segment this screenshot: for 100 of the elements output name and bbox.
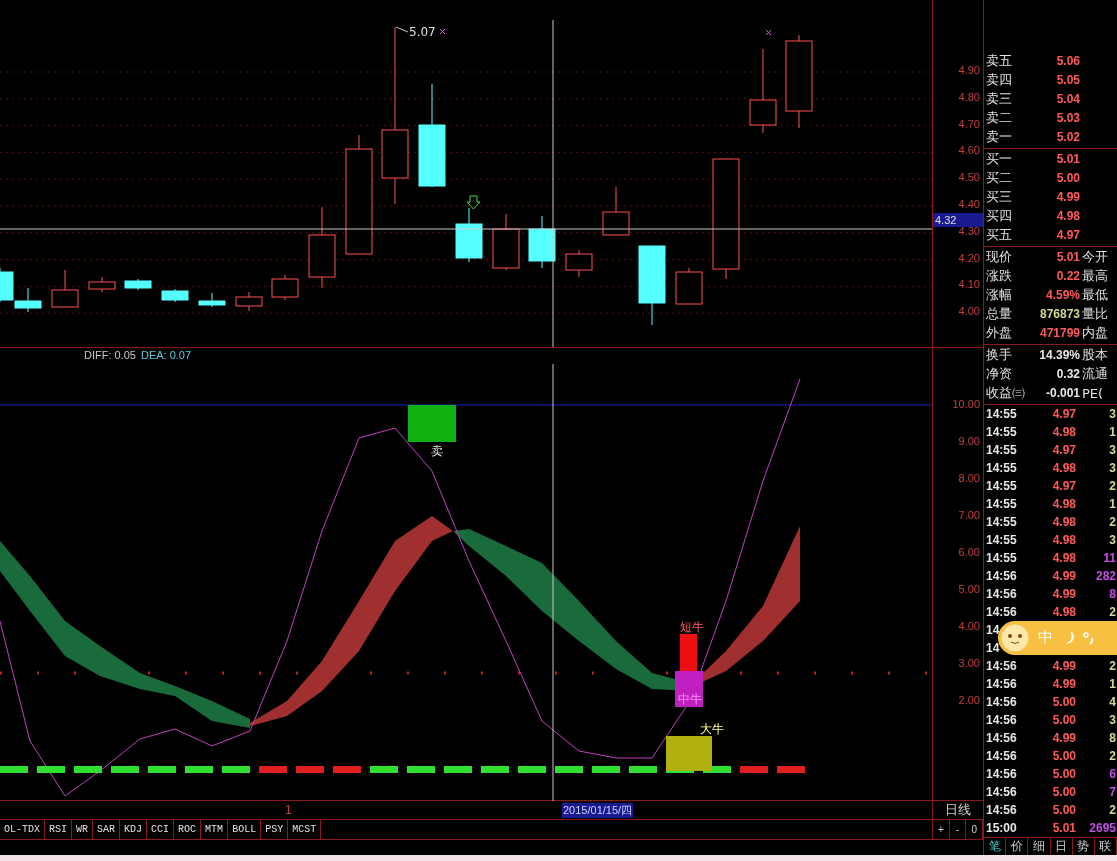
tick-time: 14:56 bbox=[985, 658, 1018, 673]
stat-label: 涨幅 bbox=[985, 286, 1013, 304]
stat-value: 876873 bbox=[1038, 307, 1080, 321]
stat-label: 最低 bbox=[1082, 286, 1108, 304]
tick-price: 4.98 bbox=[1051, 604, 1076, 619]
volume-bar bbox=[555, 766, 583, 773]
ask-price: 5.02 bbox=[1055, 130, 1080, 144]
tick-volume: 3 bbox=[1108, 406, 1117, 421]
stat-value: 0.32 bbox=[1055, 367, 1080, 381]
axis-label: 4.80 bbox=[958, 90, 980, 103]
signal-label: 大牛 bbox=[700, 722, 724, 736]
tick-price: 5.00 bbox=[1051, 784, 1076, 799]
ask-label: 卖三 bbox=[985, 90, 1013, 108]
arrow-icon bbox=[466, 195, 481, 210]
ask-label: 卖五 bbox=[985, 52, 1013, 70]
axis-label: 4.00 bbox=[958, 305, 980, 318]
tick-time: 14:55 bbox=[985, 532, 1018, 547]
tick-time: 14 bbox=[985, 622, 1001, 637]
ask-price: 5.05 bbox=[1055, 73, 1080, 87]
stat-label: 股本 bbox=[1082, 346, 1108, 364]
stat-label: PE( bbox=[1082, 385, 1104, 401]
volume-bar bbox=[407, 766, 435, 773]
signal-block bbox=[666, 736, 712, 771]
axis-label: 9.00 bbox=[958, 435, 980, 447]
tick-time: 14:56 bbox=[985, 784, 1018, 799]
tick-price: 4.99 bbox=[1051, 730, 1076, 745]
punctuation-icon[interactable] bbox=[1083, 630, 1095, 645]
bid-price: 4.97 bbox=[1055, 228, 1080, 242]
tick-price: 4.99 bbox=[1051, 568, 1076, 583]
axis-label: 4.90 bbox=[958, 64, 980, 76]
candlestick bbox=[88, 276, 116, 293]
tick-volume: 3 bbox=[1108, 712, 1117, 727]
candlestick bbox=[455, 207, 483, 263]
indicator-legend: DIFF: 0.05 bbox=[84, 349, 136, 361]
tick-price: 4.98 bbox=[1051, 496, 1076, 511]
volume-bar bbox=[74, 766, 102, 773]
tick-volume: 11 bbox=[1102, 550, 1117, 565]
candlestick bbox=[161, 288, 189, 303]
stat-value: 5.01 bbox=[1055, 250, 1080, 264]
stat-label: 总量 bbox=[985, 305, 1013, 323]
stat-value: 14.39% bbox=[1038, 348, 1080, 362]
volume-bar bbox=[518, 766, 546, 773]
tick-volume: 2 bbox=[1108, 604, 1117, 619]
tick-price: 4.99 bbox=[1051, 658, 1076, 673]
stat-label: 净资 bbox=[985, 365, 1013, 383]
tick-volume: 1 bbox=[1108, 424, 1117, 439]
tick-time: 14:56 bbox=[985, 766, 1018, 781]
bid-label: 买五 bbox=[985, 226, 1013, 244]
volume-bar bbox=[111, 766, 139, 773]
tick-price: 5.00 bbox=[1051, 712, 1076, 727]
axis-label: 4.50 bbox=[958, 171, 980, 184]
stat-label: 涨跌 bbox=[985, 267, 1013, 285]
stat-label: 内盘 bbox=[1082, 324, 1108, 342]
period-label[interactable]: 日线 bbox=[933, 801, 983, 819]
tick-volume: 3 bbox=[1108, 460, 1117, 475]
ask-price: 5.06 bbox=[1055, 54, 1080, 68]
tick-time: 14:55 bbox=[985, 424, 1018, 439]
tick-time: 14:56 bbox=[985, 676, 1018, 691]
indicator-legend: DEA: 0.07 bbox=[140, 349, 192, 361]
volume-bar bbox=[259, 766, 287, 773]
axis-label: 3.00 bbox=[958, 657, 980, 669]
signal-label: 卖 bbox=[431, 444, 443, 458]
bid-label: 买四 bbox=[985, 207, 1013, 225]
bid-label: 买一 bbox=[985, 150, 1013, 168]
ask-label: 卖四 bbox=[985, 71, 1013, 89]
tick-price: 4.98 bbox=[1051, 550, 1076, 565]
ask-label: 卖一 bbox=[985, 128, 1013, 146]
volume-bar bbox=[296, 766, 324, 773]
high-price-label: 5.07 bbox=[409, 25, 436, 39]
candlestick bbox=[565, 249, 593, 278]
ask-label: 卖二 bbox=[985, 109, 1013, 127]
signal-label: 短牛 bbox=[680, 620, 704, 634]
tick-volume: 2 bbox=[1108, 802, 1117, 817]
axis-label: 2.00 bbox=[958, 694, 980, 706]
volume-bar bbox=[777, 766, 805, 773]
tick-volume: 2 bbox=[1108, 658, 1117, 673]
tick-time: 14:55 bbox=[985, 514, 1018, 529]
tick-volume: 1 bbox=[1108, 496, 1117, 511]
tick-price: 4.98 bbox=[1051, 514, 1076, 529]
candlestick bbox=[271, 274, 299, 301]
bid-label: 买三 bbox=[985, 188, 1013, 206]
ask-price: 5.03 bbox=[1055, 111, 1080, 125]
candlestick bbox=[492, 213, 520, 271]
stat-label: 收益㈢ bbox=[985, 384, 1026, 402]
axis-label: 5.00 bbox=[958, 583, 980, 595]
stat-label: 最高 bbox=[1082, 267, 1108, 285]
stat-label: 外盘 bbox=[985, 324, 1013, 342]
axis-label: 4.70 bbox=[958, 117, 980, 130]
volume-bar bbox=[444, 766, 472, 773]
volume-bar bbox=[481, 766, 509, 773]
tick-price: 5.01 bbox=[1051, 820, 1076, 835]
cross-mark-icon bbox=[439, 28, 446, 35]
tick-time: 14:56 bbox=[985, 568, 1018, 583]
date-marker: 1 bbox=[285, 803, 292, 817]
volume-bar bbox=[185, 766, 213, 773]
cross-mark-icon bbox=[765, 29, 772, 36]
tick-time: 14:55 bbox=[985, 442, 1018, 457]
tick-price: 4.98 bbox=[1051, 424, 1076, 439]
stat-label: 换手 bbox=[985, 346, 1013, 364]
tick-price: 5.00 bbox=[1051, 766, 1076, 781]
